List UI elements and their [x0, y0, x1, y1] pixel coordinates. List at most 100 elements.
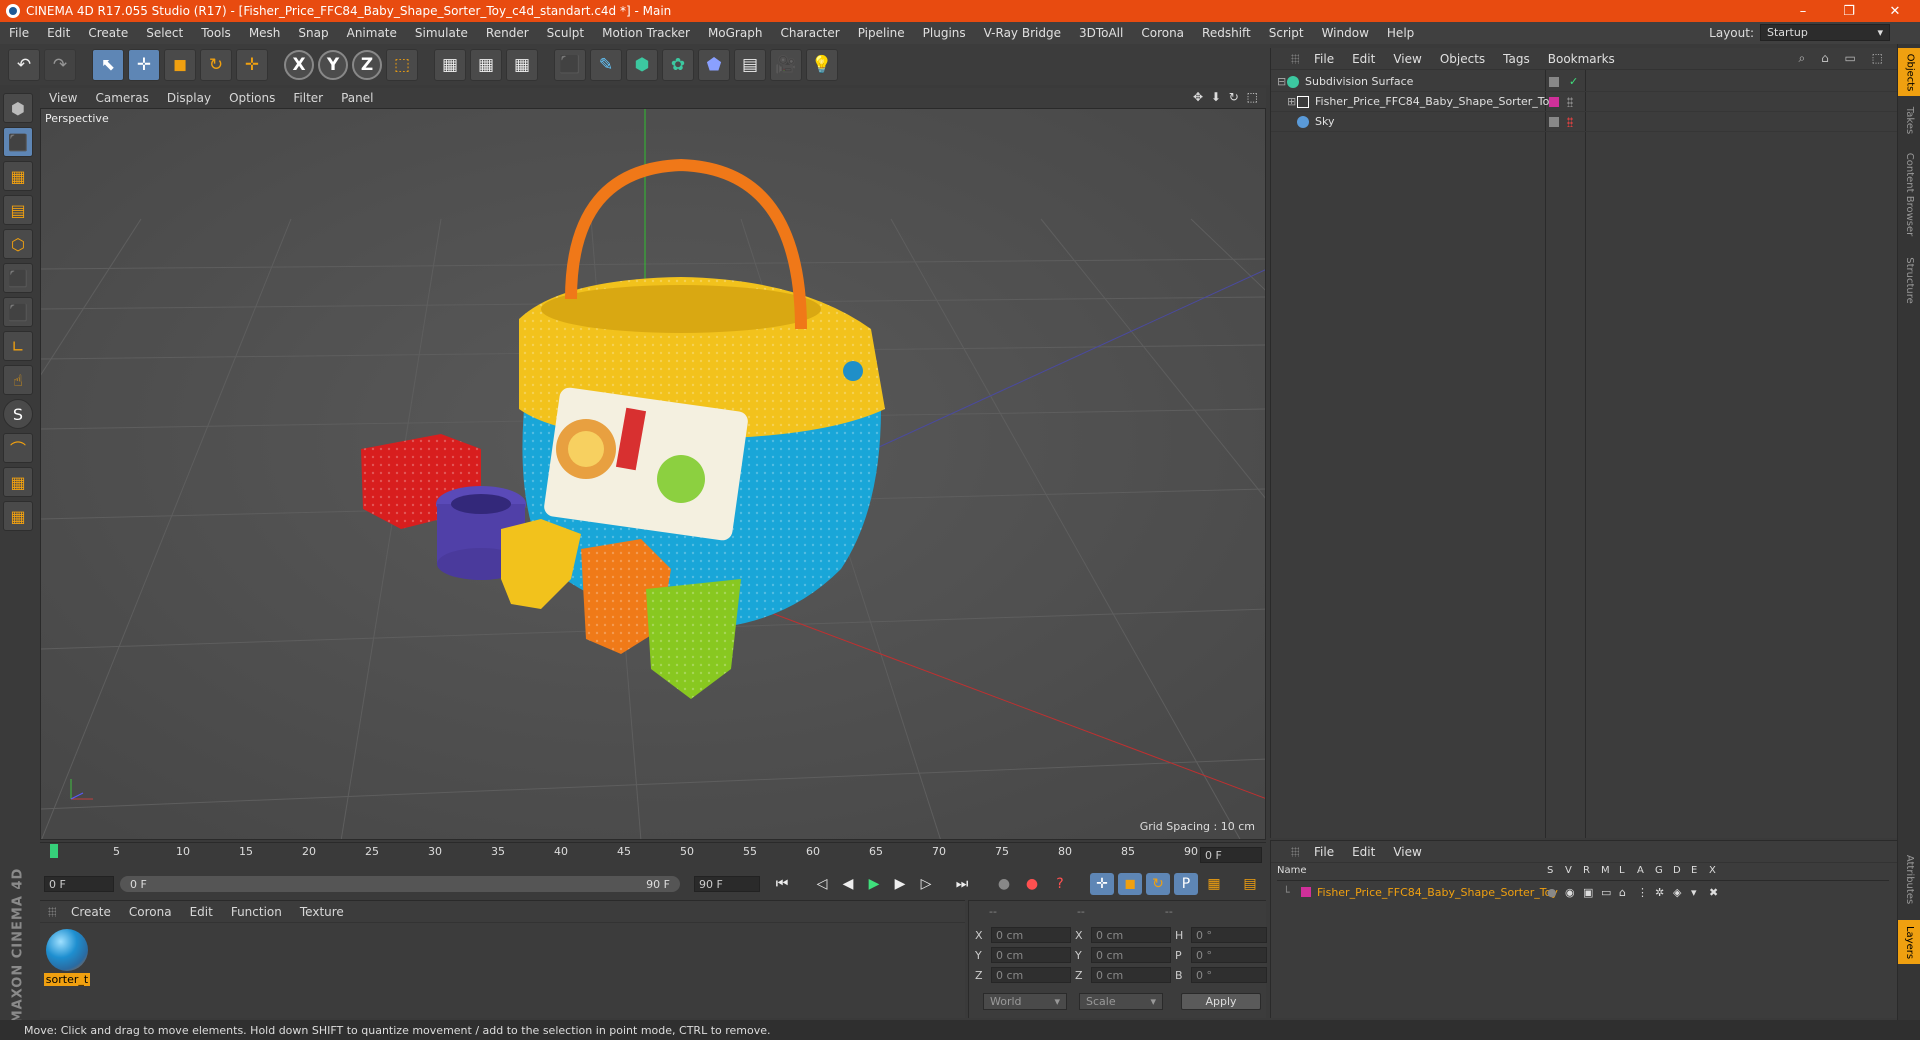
- view-toggle-icon[interactable]: ◉: [1565, 886, 1583, 899]
- render-view-button[interactable]: ▦: [434, 48, 466, 81]
- visibility-dots-icon[interactable]: [1567, 97, 1573, 107]
- menu-mograph[interactable]: MoGraph: [699, 26, 772, 40]
- floor-object-button[interactable]: ▤: [734, 48, 766, 81]
- locked-toggle-icon[interactable]: ⌂: [1619, 886, 1637, 899]
- play-button[interactable]: ▶: [862, 873, 886, 895]
- size-x-field[interactable]: 0 cm: [1091, 927, 1171, 943]
- texture-mode-button[interactable]: ▦: [3, 161, 33, 191]
- snap-toggle-button[interactable]: ⌒: [3, 433, 33, 463]
- menu-edit[interactable]: Edit: [38, 26, 79, 40]
- menu-sculpt[interactable]: Sculpt: [538, 26, 593, 40]
- visibility-dots-icon[interactable]: [1567, 117, 1573, 127]
- live-selection-button[interactable]: ⬉: [92, 48, 124, 81]
- rotation-b-field[interactable]: 0 °: [1191, 967, 1267, 983]
- visibility-dots-icon[interactable]: [1549, 77, 1559, 87]
- solo-mode-button[interactable]: S: [3, 399, 33, 429]
- locked-workplane-button[interactable]: ▦: [3, 467, 33, 497]
- go-to-end-button[interactable]: ⏭: [950, 873, 974, 895]
- manager-toggle-icon[interactable]: ▭: [1601, 886, 1619, 899]
- object-menu-tags[interactable]: Tags: [1494, 52, 1539, 66]
- material-menu-corona[interactable]: Corona: [120, 905, 181, 919]
- tab-takes[interactable]: Takes: [1898, 100, 1920, 140]
- close-button[interactable]: ✕: [1872, 0, 1918, 22]
- object-menu-file[interactable]: File: [1305, 52, 1343, 66]
- layer-menu-view[interactable]: View: [1384, 845, 1430, 859]
- tab-content-browser[interactable]: Content Browser: [1898, 144, 1920, 244]
- size-z-field[interactable]: 0 cm: [1091, 967, 1171, 983]
- timeline-window-button[interactable]: ▤: [1238, 873, 1262, 895]
- material-menu-function[interactable]: Function: [222, 905, 291, 919]
- planar-workplane-button[interactable]: ▦: [3, 501, 33, 531]
- workplane-mode-button[interactable]: ▤: [3, 195, 33, 225]
- menu-create[interactable]: Create: [79, 26, 137, 40]
- autokeying-button[interactable]: ●: [1020, 873, 1044, 895]
- material-menu-texture[interactable]: Texture: [291, 905, 353, 919]
- viewport-menu-options[interactable]: Options: [220, 91, 284, 105]
- object-row[interactable]: ⊞ Fisher_Price_FFC84_Baby_Shape_Sorter_T…: [1271, 92, 1898, 112]
- rotation-p-field[interactable]: 0 °: [1191, 947, 1267, 963]
- menu-render[interactable]: Render: [477, 26, 538, 40]
- undo-button[interactable]: ↶: [8, 48, 40, 81]
- size-y-field[interactable]: 0 cm: [1091, 947, 1171, 963]
- coordinate-system-button[interactable]: ⬚: [386, 48, 418, 81]
- keyframe-selection-button[interactable]: ?: [1048, 873, 1072, 895]
- scale-tool-button[interactable]: ◼: [164, 48, 196, 81]
- material-menu-create[interactable]: Create: [62, 905, 120, 919]
- end-frame-field[interactable]: 90 F: [694, 876, 760, 892]
- object-menu-view[interactable]: View: [1384, 52, 1430, 66]
- phong-tag-icon[interactable]: [1549, 117, 1559, 127]
- redo-button[interactable]: ↷: [44, 48, 76, 81]
- menu-tools[interactable]: Tools: [192, 26, 240, 40]
- next-frame-button[interactable]: ▶: [888, 873, 912, 895]
- apply-button[interactable]: Apply: [1181, 993, 1261, 1010]
- maximize-button[interactable]: ❐: [1826, 0, 1872, 22]
- menu-file[interactable]: File: [0, 26, 38, 40]
- object-menu-bookmarks[interactable]: Bookmarks: [1539, 52, 1624, 66]
- collapse-icon[interactable]: ⊟: [1277, 75, 1287, 88]
- viewport-navigation-icons[interactable]: ✥ ⬇ ↻ ⬚: [1193, 90, 1260, 104]
- viewport-menu-panel[interactable]: Panel: [332, 91, 382, 105]
- menu-select[interactable]: Select: [137, 26, 192, 40]
- solo-toggle-icon[interactable]: ●: [1547, 886, 1565, 899]
- layer-menu-edit[interactable]: Edit: [1343, 845, 1384, 859]
- generators-toggle-icon[interactable]: ✲: [1655, 886, 1673, 899]
- preview-range-slider[interactable]: 0 F 90 F: [120, 876, 680, 892]
- menu-window[interactable]: Window: [1313, 26, 1378, 40]
- menu-character[interactable]: Character: [771, 26, 848, 40]
- timeline-ruler[interactable]: 0 5 10 15 20 25 30 35 40 45 50 55 60 65 …: [40, 842, 1266, 868]
- next-key-button[interactable]: ▷: [914, 873, 938, 895]
- points-mode-button[interactable]: ⬡: [3, 229, 33, 259]
- enabled-check-icon[interactable]: ✓: [1569, 75, 1578, 88]
- x-axis-lock-button[interactable]: X: [284, 49, 314, 80]
- render-toggle-icon[interactable]: ▣: [1583, 886, 1601, 899]
- menu-animate[interactable]: Animate: [338, 26, 406, 40]
- previous-key-button[interactable]: ◁: [810, 873, 834, 895]
- menu-corona[interactable]: Corona: [1132, 26, 1193, 40]
- panel-grip-icon[interactable]: [1291, 53, 1299, 64]
- menu-vray-bridge[interactable]: V-Ray Bridge: [975, 26, 1070, 40]
- menu-pipeline[interactable]: Pipeline: [849, 26, 914, 40]
- expressions-toggle-icon[interactable]: ▾: [1691, 886, 1709, 899]
- material-swatch[interactable]: sorter_t: [44, 929, 90, 986]
- enable-axis-button[interactable]: ∟: [3, 331, 33, 361]
- light-object-button[interactable]: 💡: [806, 48, 838, 81]
- subdivision-surface-button[interactable]: ⬢: [626, 48, 658, 81]
- cube-object-button[interactable]: ⬛: [554, 48, 586, 81]
- xref-toggle-icon[interactable]: ✖: [1709, 886, 1727, 899]
- render-picture-viewer-button[interactable]: ▦: [470, 48, 502, 81]
- deformer-button[interactable]: ⬟: [698, 48, 730, 81]
- menu-plugins[interactable]: Plugins: [914, 26, 975, 40]
- menu-simulate[interactable]: Simulate: [406, 26, 477, 40]
- tab-attributes[interactable]: Attributes: [1898, 844, 1920, 914]
- layout-dropdown[interactable]: Startup ▾: [1760, 24, 1890, 41]
- menu-help[interactable]: Help: [1378, 26, 1423, 40]
- object-menu-objects[interactable]: Objects: [1431, 52, 1494, 66]
- deformers-toggle-icon[interactable]: ◈: [1673, 886, 1691, 899]
- animation-toggle-icon[interactable]: ⋮: [1637, 886, 1655, 899]
- tab-structure[interactable]: Structure: [1898, 250, 1920, 310]
- camera-object-button[interactable]: 🎥: [770, 48, 802, 81]
- object-menu-edit[interactable]: Edit: [1343, 52, 1384, 66]
- render-settings-button[interactable]: ▦: [506, 48, 538, 81]
- menu-mesh[interactable]: Mesh: [240, 26, 290, 40]
- tweak-mode-button[interactable]: ☝: [3, 365, 33, 395]
